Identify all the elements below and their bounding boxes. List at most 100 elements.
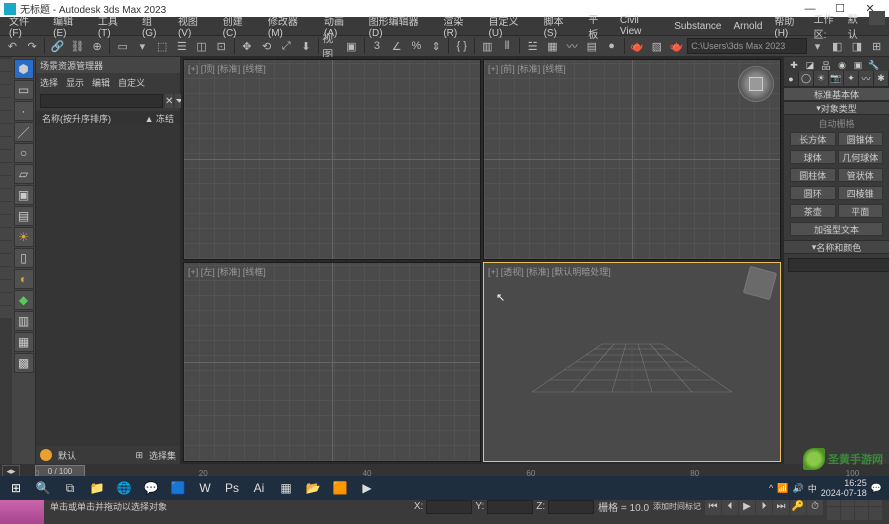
nav-walk-button[interactable] <box>869 507 882 520</box>
start-button[interactable]: ⊞ <box>3 477 29 499</box>
prim-tube-button[interactable]: 管状体 <box>838 168 884 182</box>
refcoord-button[interactable]: 视图 <box>322 37 341 55</box>
sidetool-1[interactable] <box>0 59 12 71</box>
prim-box-button[interactable]: 长方体 <box>790 132 836 146</box>
viewport-left[interactable]: [+] [左] [标准] [线框] <box>183 262 481 463</box>
cp-modify-icon[interactable]: ◪ <box>804 59 816 71</box>
path-icon-1[interactable]: ◧ <box>828 37 847 55</box>
sidetool-2[interactable] <box>0 72 12 84</box>
ribbon-edge-icon[interactable]: ／ <box>14 122 34 142</box>
sidetool-8[interactable] <box>0 150 12 162</box>
se-tab-select[interactable]: 选择 <box>40 76 58 89</box>
schematic-button[interactable]: ▤ <box>582 37 601 55</box>
sidetool-17[interactable] <box>0 267 12 279</box>
bind-button[interactable]: ⊕ <box>88 37 107 55</box>
ai-task-icon[interactable]: Ai <box>246 477 272 499</box>
mirror-button[interactable]: ▥ <box>478 37 497 55</box>
tray-chevron-icon[interactable]: ^ <box>769 483 773 493</box>
play-button[interactable]: ▶ <box>739 499 755 515</box>
sidetool-4[interactable] <box>0 98 12 110</box>
render-button[interactable]: 🫖 <box>667 37 686 55</box>
cp-tab-geometry-icon[interactable]: ● <box>784 71 799 86</box>
search-button[interactable]: 🔍 <box>30 477 56 499</box>
media-task-icon[interactable]: ▶ <box>354 477 380 499</box>
ribbon-constraint-icon[interactable]: ◐ <box>14 269 34 289</box>
cp-tab-shapes-icon[interactable]: ◯ <box>799 71 814 86</box>
ribbon-poly-icon[interactable]: ▱ <box>14 164 34 184</box>
tray-clock[interactable]: 16:25 2024-07-18 <box>821 478 867 498</box>
toggle-ribbon-button[interactable]: ▦ <box>543 37 562 55</box>
ribbon-select-icon[interactable]: ▭ <box>14 80 34 100</box>
se-search-clear-icon[interactable]: ✕ <box>165 94 173 108</box>
tray-ime-icon[interactable]: 中 <box>808 482 817 495</box>
cp-tab-lights-icon[interactable]: ☀ <box>814 71 829 86</box>
menu-substance[interactable]: Substance <box>668 19 727 34</box>
cp-tab-space-icon[interactable]: 〰 <box>859 71 874 86</box>
curve-editor-button[interactable]: 〰 <box>563 37 582 55</box>
nav-maximize-button[interactable] <box>855 507 868 520</box>
ps-task-icon[interactable]: Ps <box>219 477 245 499</box>
window-crossing-button[interactable]: ⊡ <box>212 37 231 55</box>
select-region-button[interactable]: ◫ <box>192 37 211 55</box>
ribbon-misc4-icon[interactable]: ▩ <box>14 353 34 373</box>
cp-create-icon[interactable]: ✚ <box>788 59 800 71</box>
ribbon-element-icon[interactable]: ▣ <box>14 185 34 205</box>
next-frame-button[interactable]: ⏵ <box>756 499 772 515</box>
sidetool-18[interactable] <box>0 280 12 292</box>
se-foot-icon[interactable] <box>40 449 52 461</box>
path-icon-3[interactable]: ⊞ <box>867 37 886 55</box>
coord-x-input[interactable] <box>426 500 472 514</box>
tray-network-icon[interactable]: 📶 <box>777 483 788 494</box>
cp-rollout-stdprim[interactable]: 标准基本体 <box>784 87 889 101</box>
spinner-snap-button[interactable]: ⇕ <box>427 37 446 55</box>
cp-util-icon[interactable]: 🔧 <box>868 59 880 71</box>
sidetool-20[interactable] <box>0 306 12 318</box>
ribbon-misc3-icon[interactable]: ▦ <box>14 332 34 352</box>
sidetool-3[interactable] <box>0 85 12 97</box>
cp-tab-cameras-icon[interactable]: 📷 <box>829 71 844 86</box>
viewport-top[interactable]: [+] [顶] [标准] [线框] <box>183 59 481 260</box>
prim-cylinder-button[interactable]: 圆柱体 <box>790 168 836 182</box>
key-mode-button[interactable]: 🔑 <box>790 499 806 515</box>
coord-z-input[interactable] <box>548 500 594 514</box>
angle-snap-button[interactable]: ∠ <box>387 37 406 55</box>
ribbon-shape-icon[interactable]: ◆ <box>14 290 34 310</box>
cp-autogrid[interactable]: 自动栅格 <box>786 117 887 130</box>
unlink-button[interactable]: ⛓ <box>68 37 87 55</box>
sidetool-16[interactable] <box>0 254 12 266</box>
se-foot-selset[interactable]: 选择集 <box>149 449 176 462</box>
ribbon-light-icon[interactable]: ☀ <box>14 227 34 247</box>
viewport-left-label[interactable]: [+] [左] [标准] [线框] <box>188 265 266 278</box>
move-button[interactable]: ✥ <box>238 37 257 55</box>
se-search-input[interactable] <box>40 94 163 108</box>
browser-task-icon[interactable]: 🌐 <box>111 477 137 499</box>
cp-tab-systems-icon[interactable]: ✱ <box>874 71 889 86</box>
sidetool-11[interactable] <box>0 189 12 201</box>
rotate-button[interactable]: ⟲ <box>257 37 276 55</box>
project-path-field[interactable] <box>687 38 807 54</box>
ribbon-vertex-icon[interactable]: · <box>14 101 34 121</box>
cp-rollout-objtype[interactable]: ▾ 对象类型 <box>784 101 889 115</box>
se-tab-custom[interactable]: 自定义 <box>118 76 145 89</box>
workspace-button[interactable] <box>869 11 885 25</box>
prev-frame-button[interactable]: ⏴ <box>722 499 738 515</box>
sidetool-14[interactable] <box>0 228 12 240</box>
placement-button[interactable]: ⬇ <box>297 37 316 55</box>
prim-pyramid-button[interactable]: 四棱锥 <box>838 186 884 200</box>
sidetool-7[interactable] <box>0 137 12 149</box>
time-config-button[interactable]: ⏱ <box>807 499 823 515</box>
named-selection[interactable]: { } <box>452 37 471 55</box>
prim-textplus-button[interactable]: 加强型文本 <box>790 222 883 236</box>
nav-pan-button[interactable] <box>827 507 840 520</box>
select-button[interactable]: ▭ <box>113 37 132 55</box>
ribbon-polymodel-icon[interactable]: ⬢ <box>14 59 34 79</box>
cp-tab-helpers-icon[interactable]: ✦ <box>844 71 859 86</box>
cp-rollout-namecolor[interactable]: ▾ 名称和颜色 <box>784 240 889 254</box>
browser2-task-icon[interactable]: 🟧 <box>327 477 353 499</box>
snap-toggle-button[interactable]: 3 <box>368 37 387 55</box>
cp-hierarchy-icon[interactable]: 品 <box>820 59 832 71</box>
menu-help[interactable]: 帮助(H) <box>768 11 813 41</box>
prim-torus-button[interactable]: 圆环 <box>790 186 836 200</box>
word-task-icon[interactable]: W <box>192 477 218 499</box>
se-tab-edit[interactable]: 编辑 <box>92 76 110 89</box>
